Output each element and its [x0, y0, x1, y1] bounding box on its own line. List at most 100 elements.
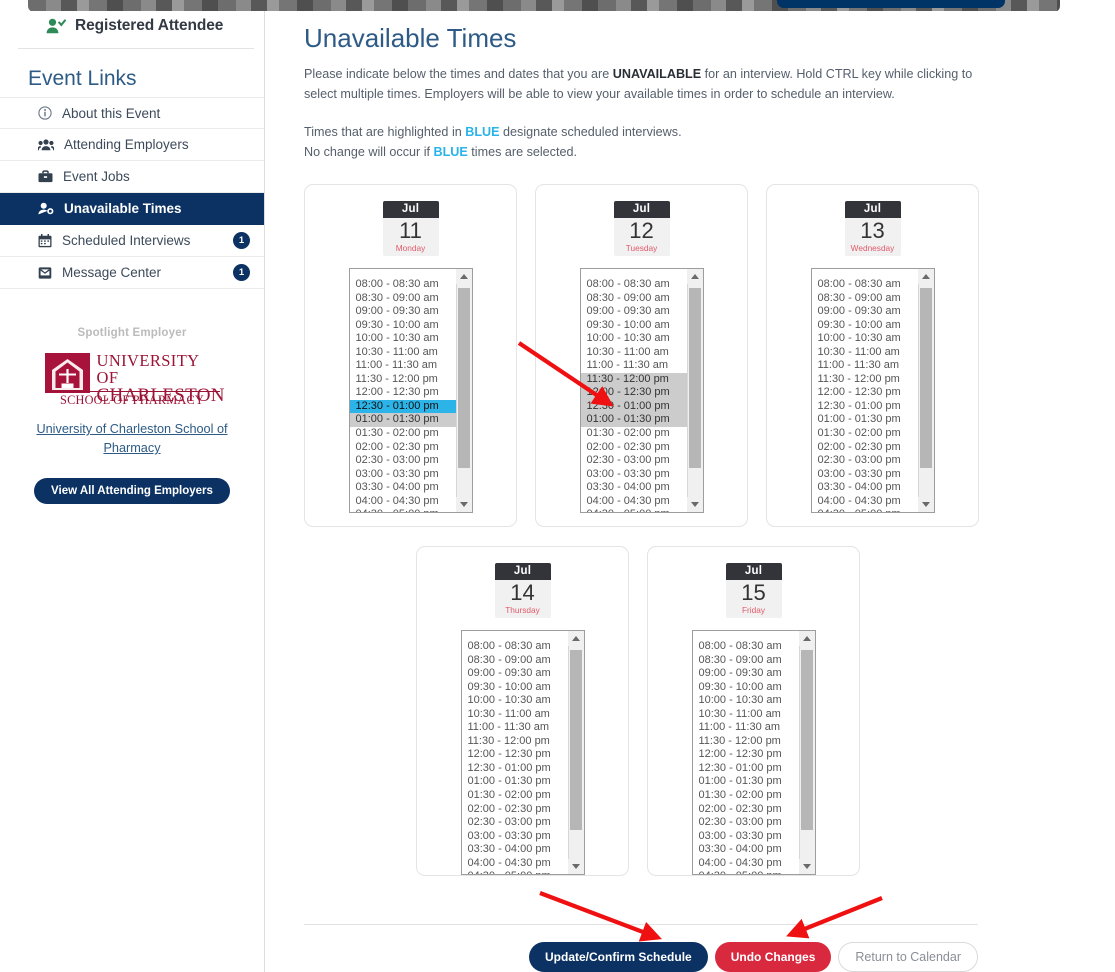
scroll-down-arrow-icon[interactable]: [568, 859, 584, 874]
time-slot-option[interactable]: 11:30 - 12:00 pm: [462, 735, 568, 749]
scroll-down-arrow-icon[interactable]: [918, 497, 934, 512]
time-slot-option[interactable]: 02:30 - 03:00 pm: [812, 454, 918, 468]
scrollbar-track[interactable]: [568, 646, 584, 859]
time-slot-option[interactable]: 08:30 - 09:00 am: [350, 292, 456, 306]
time-slot-option[interactable]: 12:30 - 01:00 pm: [693, 762, 799, 776]
time-slot-listbox[interactable]: 08:00 - 08:30 am 08:30 - 09:00 am 09:00 - …: [691, 630, 816, 875]
time-slot-option[interactable]: 04:00 - 04:30 pm: [812, 495, 918, 509]
scrollbar[interactable]: [798, 631, 815, 874]
time-slot-option[interactable]: 04:00 - 04:30 pm: [350, 495, 456, 509]
time-slot-option[interactable]: 09:00 - 09:30 am: [812, 305, 918, 319]
scrollbar-thumb[interactable]: [920, 288, 932, 468]
sidebar-item-unavailable-times[interactable]: Unavailable Times: [0, 193, 264, 225]
time-slot-option[interactable]: 04:00 - 04:30 pm: [581, 495, 687, 509]
time-slot-option[interactable]: 04:00 - 04:30 pm: [462, 857, 568, 871]
time-slot-option[interactable]: 03:00 - 03:30 pm: [462, 830, 568, 844]
time-slot-option[interactable]: 01:30 - 02:00 pm: [693, 789, 799, 803]
time-slot-option[interactable]: 01:00 - 01:30 pm: [812, 413, 918, 427]
time-slot-option[interactable]: 10:00 - 10:30 am: [812, 332, 918, 346]
scrollbar-thumb[interactable]: [458, 288, 470, 468]
time-slot-option[interactable]: 12:00 - 12:30 pm: [462, 748, 568, 762]
time-slot-option[interactable]: 11:00 - 11:30 am: [812, 359, 918, 373]
time-slot-option[interactable]: 11:00 - 11:30 am: [693, 721, 799, 735]
time-slot-option[interactable]: 02:00 - 02:30 pm: [693, 803, 799, 817]
time-slot-option[interactable]: 04:30 - 05:00 pm: [693, 870, 799, 874]
scroll-down-arrow-icon[interactable]: [799, 859, 815, 874]
scrollbar-track[interactable]: [799, 646, 815, 859]
time-slot-option[interactable]: 02:30 - 03:00 pm: [350, 454, 456, 468]
time-slot-option[interactable]: 11:30 - 12:00 pm: [693, 735, 799, 749]
time-slot-option[interactable]: 08:00 - 08:30 am: [812, 278, 918, 292]
time-slot-option[interactable]: 02:00 - 02:30 pm: [581, 441, 687, 455]
time-slot-option[interactable]: 03:30 - 04:00 pm: [693, 843, 799, 857]
time-slot-option[interactable]: 12:30 - 01:00 pm: [812, 400, 918, 414]
time-slot-option[interactable]: 12:30 - 01:00 pm: [462, 762, 568, 776]
scroll-down-arrow-icon[interactable]: [687, 497, 703, 512]
time-slot-option[interactable]: 09:30 - 10:00 am: [581, 319, 687, 333]
scrollbar-thumb[interactable]: [801, 650, 813, 830]
time-slot-option[interactable]: 04:30 - 05:00 pm: [812, 508, 918, 512]
time-slot-option[interactable]: 04:30 - 05:00 pm: [350, 508, 456, 512]
time-slot-option[interactable]: 01:00 - 01:30 pm: [693, 775, 799, 789]
scrollbar[interactable]: [917, 269, 934, 512]
time-slot-option[interactable]: 10:30 - 11:00 am: [812, 346, 918, 360]
time-slot-option[interactable]: 04:30 - 05:00 pm: [581, 508, 687, 512]
scroll-up-arrow-icon[interactable]: [568, 631, 584, 646]
time-slot-option[interactable]: 10:30 - 11:00 am: [462, 708, 568, 722]
time-slot-option[interactable]: 08:00 - 08:30 am: [350, 278, 456, 292]
time-slot-option[interactable]: 12:00 - 12:30 pm: [350, 386, 456, 400]
scrollbar-track[interactable]: [918, 284, 934, 497]
time-slot-listbox[interactable]: 08:00 - 08:30 am 08:30 - 09:00 am 09:00 - …: [348, 268, 473, 513]
time-slot-option[interactable]: 01:00 - 01:30 pm: [580, 413, 687, 428]
spotlight-employer-link[interactable]: University of Charleston School of Pharm…: [22, 420, 242, 458]
sidebar-item-event-jobs[interactable]: Event Jobs: [0, 161, 264, 193]
time-slot-option[interactable]: 10:00 - 10:30 am: [581, 332, 687, 346]
time-slot-option[interactable]: 02:00 - 02:30 pm: [812, 441, 918, 455]
scrollbar-thumb[interactable]: [689, 288, 701, 468]
time-slot-option[interactable]: 03:30 - 04:00 pm: [350, 481, 456, 495]
time-slot-listbox[interactable]: 08:00 - 08:30 am 08:30 - 09:00 am 09:00 - …: [579, 268, 704, 513]
time-slot-option[interactable]: 09:00 - 09:30 am: [693, 667, 799, 681]
undo-changes-button[interactable]: Undo Changes: [714, 942, 832, 972]
scrollbar-track[interactable]: [687, 284, 703, 497]
time-slot-option[interactable]: 08:30 - 09:00 am: [462, 654, 568, 668]
time-slot-option[interactable]: 03:00 - 03:30 pm: [581, 468, 687, 482]
time-slot-option[interactable]: 12:30 - 01:00 pm: [349, 399, 456, 414]
scrollbar-thumb[interactable]: [570, 650, 582, 830]
time-slot-option[interactable]: 08:30 - 09:00 am: [693, 654, 799, 668]
time-slot-option[interactable]: 01:30 - 02:00 pm: [812, 427, 918, 441]
scroll-up-arrow-icon[interactable]: [799, 631, 815, 646]
sidebar-item-attending-employers[interactable]: Attending Employers: [0, 129, 264, 161]
time-slot-option[interactable]: 11:00 - 11:30 am: [350, 359, 456, 373]
time-slot-option[interactable]: 09:30 - 10:00 am: [693, 681, 799, 695]
time-slot-option[interactable]: 10:30 - 11:00 am: [581, 346, 687, 360]
time-slot-option[interactable]: 04:30 - 05:00 pm: [462, 870, 568, 874]
update-confirm-schedule-button[interactable]: Update/Confirm Schedule: [529, 942, 708, 972]
time-slot-option[interactable]: 09:30 - 10:00 am: [812, 319, 918, 333]
time-slot-option[interactable]: 02:00 - 02:30 pm: [462, 803, 568, 817]
time-slot-option[interactable]: 01:30 - 02:00 pm: [462, 789, 568, 803]
sidebar-item-about-this-event[interactable]: About this Event: [0, 97, 264, 129]
time-slot-option[interactable]: 09:00 - 09:30 am: [462, 667, 568, 681]
time-slot-option[interactable]: 12:00 - 12:30 pm: [580, 386, 687, 400]
time-slot-option[interactable]: 10:00 - 10:30 am: [693, 694, 799, 708]
time-slot-option[interactable]: 02:30 - 03:00 pm: [693, 816, 799, 830]
time-slot-option[interactable]: 12:00 - 12:30 pm: [693, 748, 799, 762]
scrollbar[interactable]: [686, 269, 703, 512]
time-slot-option[interactable]: 11:00 - 11:30 am: [462, 721, 568, 735]
time-slot-option[interactable]: 11:00 - 11:30 am: [581, 359, 687, 373]
time-slot-option[interactable]: 02:00 - 02:30 pm: [350, 441, 456, 455]
time-slot-option[interactable]: 01:00 - 01:30 pm: [349, 413, 456, 428]
time-slot-listbox[interactable]: 08:00 - 08:30 am 08:30 - 09:00 am 09:00 - …: [810, 268, 935, 513]
scrollbar[interactable]: [567, 631, 584, 874]
time-slot-option[interactable]: 08:00 - 08:30 am: [693, 640, 799, 654]
time-slot-option[interactable]: 11:30 - 12:00 pm: [580, 372, 687, 387]
time-slot-option[interactable]: 10:00 - 10:30 am: [350, 332, 456, 346]
time-slot-option[interactable]: 03:30 - 04:00 pm: [462, 843, 568, 857]
time-slot-option[interactable]: 09:00 - 09:30 am: [581, 305, 687, 319]
time-slot-option[interactable]: 08:30 - 09:00 am: [581, 292, 687, 306]
time-slot-option[interactable]: 08:00 - 08:30 am: [462, 640, 568, 654]
sidebar-item-scheduled-interviews[interactable]: Scheduled Interviews 1: [0, 225, 264, 257]
scrollbar[interactable]: [455, 269, 472, 512]
scroll-up-arrow-icon[interactable]: [918, 269, 934, 284]
